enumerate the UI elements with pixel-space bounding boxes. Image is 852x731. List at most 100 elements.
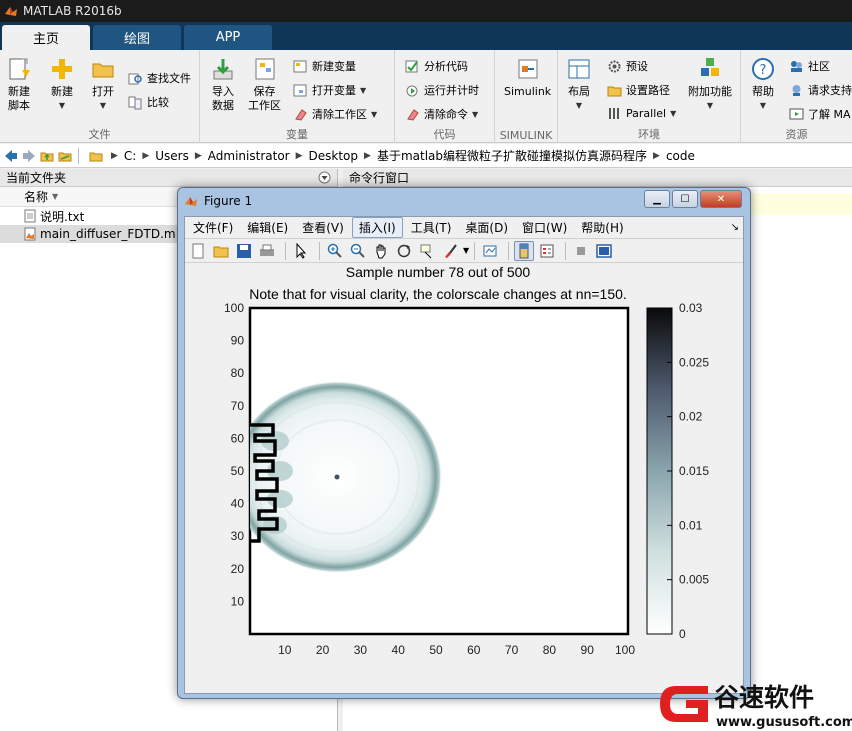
chevron-right-icon: ▶	[295, 150, 303, 161]
layout-button[interactable]: 布局 ▼	[566, 56, 592, 113]
edit-plot-button[interactable]	[291, 241, 311, 261]
parallel-button[interactable]: Parallel ▼	[607, 106, 676, 121]
dock-arrow-icon[interactable]: ↘	[731, 222, 739, 233]
hand-icon	[376, 244, 386, 258]
compare-button[interactable]: 比较	[128, 94, 169, 110]
menu-view[interactable]: 查看(V)	[296, 218, 350, 237]
breadcrumb-drive[interactable]: C:	[124, 149, 136, 163]
menu-help[interactable]: 帮助(H)	[575, 218, 629, 237]
chevron-down-icon[interactable]: ▼	[463, 246, 469, 255]
zoom-in-button[interactable]	[325, 241, 345, 261]
menu-file[interactable]: 文件(F)	[187, 218, 239, 237]
new-button[interactable]: 新建 ▼	[49, 56, 75, 113]
rotate-button[interactable]	[394, 241, 414, 261]
panel-menu-icon[interactable]	[318, 171, 331, 184]
set-path-button[interactable]: 设置路径	[607, 82, 670, 98]
import-data-button[interactable]: 导入 数据	[210, 56, 236, 113]
community-button[interactable]: 社区	[789, 58, 830, 74]
new-script-button[interactable]: 新建 脚本	[6, 56, 32, 113]
browse-folder-icon[interactable]	[58, 149, 72, 163]
y-tick-label: 50	[231, 464, 245, 478]
close-icon: ✕	[716, 193, 726, 205]
zoom-out-button[interactable]	[348, 241, 368, 261]
tab-apps[interactable]: APP	[184, 25, 272, 50]
tab-home[interactable]: 主页	[2, 25, 90, 50]
open-file-button[interactable]	[211, 241, 231, 261]
link-plot-button[interactable]	[480, 241, 500, 261]
watermark-brand: 谷速软件	[714, 683, 814, 712]
ribbon-tabs: 主页 绘图 APP	[0, 22, 852, 50]
new-figure-button[interactable]	[188, 241, 208, 261]
brush-button[interactable]	[440, 241, 460, 261]
insert-legend-button[interactable]	[537, 241, 557, 261]
analyze-code-button[interactable]: 分析代码	[405, 58, 468, 74]
help-button[interactable]: ? 帮助 ▼	[750, 56, 776, 113]
folder-icon	[92, 63, 114, 78]
simulink-button[interactable]: Simulink	[504, 56, 551, 99]
insert-colorbar-button[interactable]	[514, 240, 535, 261]
chevron-down-icon: ▼	[371, 109, 378, 119]
close-button[interactable]: ✕	[700, 190, 742, 208]
addons-cubes-icon	[701, 58, 719, 76]
colorbar-tick-label: 0	[679, 627, 686, 641]
menu-edit[interactable]: 编辑(E)	[241, 218, 294, 237]
maximize-button[interactable]: ☐	[672, 190, 698, 208]
y-tick-label: 60	[231, 431, 245, 445]
parallel-icon	[609, 108, 619, 119]
preferences-button[interactable]: 预设	[607, 58, 648, 74]
breadcrumb-administrator[interactable]: Administrator	[208, 149, 290, 163]
save-workspace-button[interactable]: 保存 工作区	[248, 56, 281, 113]
heatmap-field	[250, 381, 442, 573]
x-tick-label: 40	[392, 643, 406, 657]
learn-matlab-button[interactable]: 了解 MA	[789, 106, 851, 122]
menu-desktop[interactable]: 桌面(D)	[459, 218, 514, 237]
menu-insert[interactable]: 插入(I)	[351, 217, 403, 238]
save-figure-button[interactable]	[234, 241, 254, 261]
layout-icon	[568, 59, 590, 79]
open-variable-button[interactable]: 打开变量 ▼	[293, 82, 366, 98]
tab-plots[interactable]: 绘图	[93, 25, 181, 50]
m-file-icon	[24, 227, 36, 241]
learn-icon	[789, 108, 804, 119]
analyze-icon	[405, 60, 418, 72]
forward-arrow-icon[interactable]	[22, 149, 36, 163]
request-support-button[interactable]: 请求支持	[789, 82, 852, 98]
chevron-down-icon: ▼	[670, 109, 677, 118]
pan-button[interactable]	[371, 241, 391, 261]
find-files-button[interactable]: 查找文件	[128, 70, 191, 86]
printer-icon	[260, 244, 274, 256]
clear-workspace-button[interactable]: 清除工作区 ▼	[293, 106, 377, 122]
hide-tools-icon	[577, 246, 586, 255]
up-folder-icon[interactable]	[40, 149, 54, 163]
save-disk-icon	[237, 243, 251, 258]
hide-plot-tools-button[interactable]	[571, 241, 591, 261]
data-cursor-button[interactable]	[417, 241, 437, 261]
y-tick-label: 80	[231, 366, 245, 380]
run-and-time-button[interactable]: 运行并计时	[405, 82, 479, 98]
open-button[interactable]: 打开 ▼	[90, 56, 116, 113]
figure-content: 文件(F) 编辑(E) 查看(V) 插入(I) 工具(T) 桌面(D) 窗口(W…	[184, 216, 744, 694]
breadcrumb-project[interactable]: 基于matlab编程微粒子扩散碰撞模拟仿真源码程序	[377, 147, 647, 164]
matlab-logo-icon	[5, 7, 17, 16]
colorbar-tick-label: 0.005	[679, 573, 709, 587]
show-plot-tools-button[interactable]	[594, 241, 614, 261]
new-variable-button[interactable]: 新建变量	[293, 58, 356, 74]
print-figure-button[interactable]	[257, 241, 277, 261]
addons-button[interactable]: 附加功能 ▼	[688, 56, 732, 113]
new-script-icon	[9, 58, 30, 80]
watermark-url: www.gususoft.com	[716, 715, 852, 730]
pointer-icon	[296, 242, 307, 259]
x-tick-label: 80	[543, 643, 557, 657]
x-tick-label: 90	[581, 643, 595, 657]
menu-tools[interactable]: 工具(T)	[405, 218, 458, 237]
minimize-button[interactable]: ▁	[644, 190, 670, 208]
breadcrumb-desktop[interactable]: Desktop	[309, 149, 359, 163]
figure-title: Figure 1	[204, 194, 253, 208]
breadcrumb-code[interactable]: code	[666, 149, 695, 163]
support-icon	[792, 84, 801, 96]
back-arrow-icon[interactable]	[4, 149, 18, 163]
plot-canvas[interactable]: Sample number 78 out of 500 Note that fo…	[185, 265, 743, 693]
menu-window[interactable]: 窗口(W)	[516, 218, 573, 237]
breadcrumb-users[interactable]: Users	[155, 149, 189, 163]
clear-commands-button[interactable]: 清除命令 ▼	[405, 106, 478, 122]
